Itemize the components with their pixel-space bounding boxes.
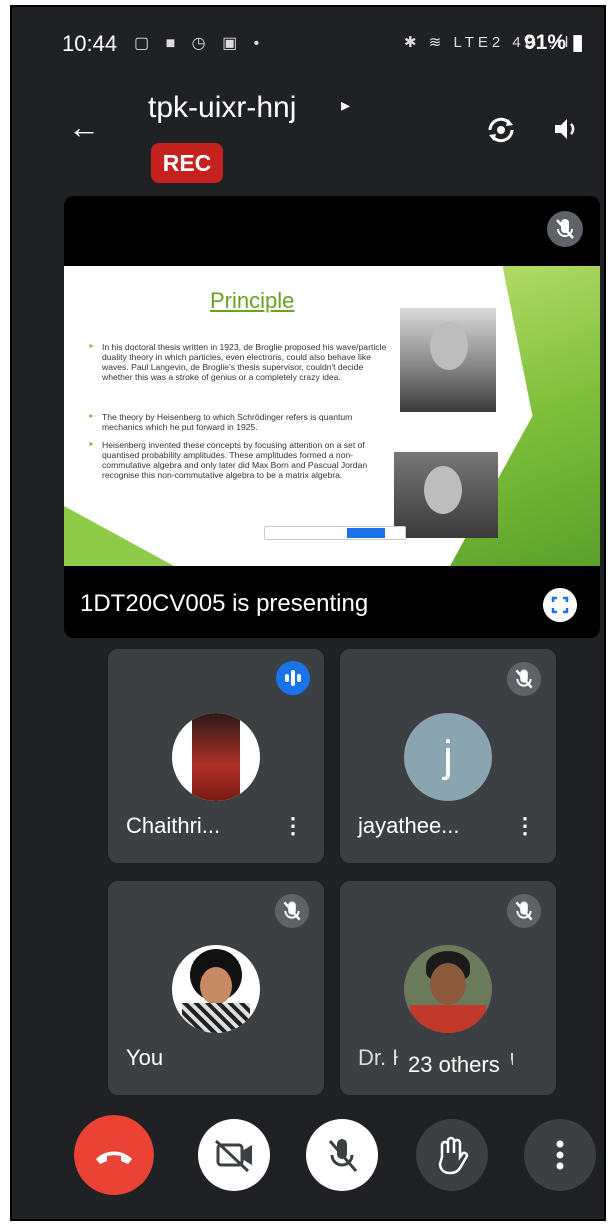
status-bar: 10:44 ▢ ■ ◷ ▣ • ✱ ≋ LTE2 4G .ıl 91% ▮: [26, 9, 598, 69]
notification-icons: ▢ ■ ◷ ▣ •: [134, 35, 266, 52]
battery-icon: ▮: [571, 31, 584, 54]
speaking-indicator-icon: [276, 661, 310, 695]
avatar: [404, 945, 492, 1033]
meeting-code[interactable]: tpk-uixr-hnj: [148, 91, 296, 125]
meet-screen: 10:44 ▢ ■ ◷ ▣ • ✱ ≋ LTE2 4G .ıl 91% ▮ ← …: [26, 9, 600, 1215]
avatar: [172, 945, 260, 1033]
slide-decoration: [64, 506, 174, 566]
participant-name: jayathee...: [358, 813, 460, 838]
shared-slide: Principle In his doctoral thesis written…: [64, 266, 600, 566]
recording-badge: REC: [151, 143, 223, 183]
participant-tile[interactable]: Dr. H. S. Madhu 23 others: [340, 881, 556, 1095]
mic-off-icon: [274, 893, 310, 929]
participant-name: Chaithri...: [126, 813, 221, 838]
device-frame: 10:44 ▢ ■ ◷ ▣ • ✱ ≋ LTE2 4G .ıl 91% ▮ ← …: [10, 5, 606, 1221]
presentation-tile[interactable]: Principle In his doctoral thesis written…: [64, 196, 600, 638]
more-options-icon[interactable]: ⋮: [514, 813, 536, 839]
meeting-header: ← tpk-uixr-hnj ▸ REC: [26, 79, 598, 189]
more-options-button[interactable]: [520, 1115, 600, 1195]
slide-title: Principle: [210, 288, 295, 313]
status-time: 10:44: [62, 31, 118, 56]
fullscreen-icon[interactable]: [543, 588, 577, 622]
speaker-icon[interactable]: [552, 115, 580, 143]
participant-tile[interactable]: You: [108, 881, 324, 1095]
presenter-label: 1DT20CV005 is presenting: [80, 590, 369, 617]
raise-hand-button[interactable]: [412, 1115, 492, 1195]
slide-bullet: In his doctoral thesis written in 1923, …: [88, 342, 392, 382]
participant-tile[interactable]: j jayathee... ⋮: [340, 649, 556, 863]
call-controls: [26, 1115, 598, 1195]
mic-off-button[interactable]: [302, 1115, 382, 1195]
others-count-badge[interactable]: 23 others: [396, 1045, 512, 1085]
participant-name: You: [126, 1045, 164, 1070]
avatar: [172, 713, 260, 801]
mic-off-icon: [506, 893, 542, 929]
back-arrow-icon[interactable]: ←: [68, 109, 100, 146]
avatar: j: [404, 713, 492, 801]
slide-bullet: The theory by Heisenberg to which Schröd…: [88, 412, 392, 432]
battery-level: 91% ▮: [524, 31, 584, 54]
switch-camera-icon[interactable]: [484, 113, 518, 147]
avatar-initial: j: [443, 732, 453, 781]
sharing-notice-bar: [264, 526, 406, 540]
mic-off-icon: [506, 661, 542, 697]
camera-off-button[interactable]: [194, 1115, 274, 1195]
meeting-details-arrow-icon[interactable]: ▸: [341, 95, 350, 116]
slide-bullet: Heisenberg invented these concepts by fo…: [88, 440, 392, 480]
portrait-photo: [400, 308, 496, 412]
more-options-icon[interactable]: ⋮: [282, 813, 304, 839]
mic-off-icon: [547, 211, 583, 247]
end-call-button[interactable]: [74, 1115, 154, 1195]
portrait-photo: [394, 452, 498, 538]
participant-tile[interactable]: Chaithri... ⋮: [108, 649, 324, 863]
